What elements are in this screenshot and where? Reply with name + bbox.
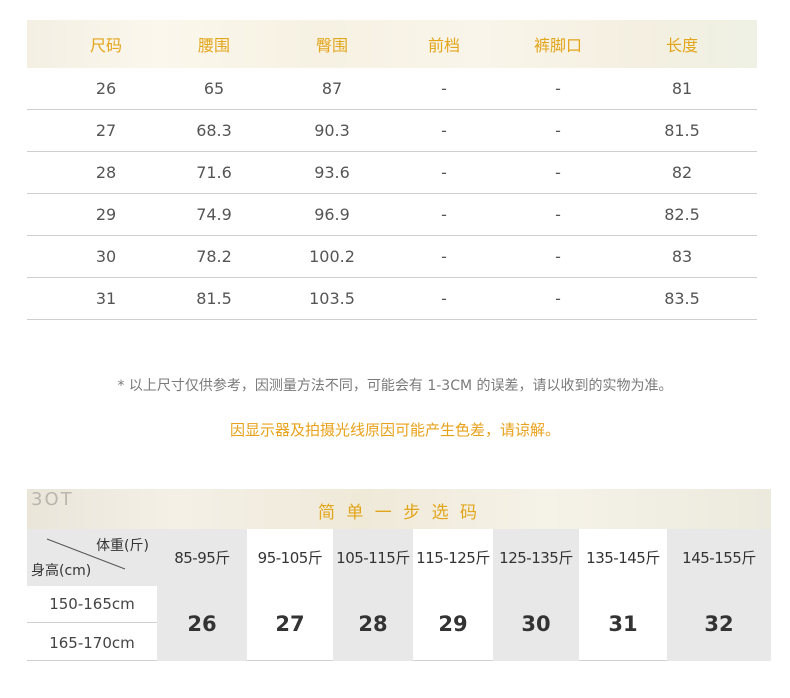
size-column: 115-125斤 29 <box>413 529 493 661</box>
disclaimer-note: * 以上尺寸仅供参考，因测量方法不同，可能会有 1-3CM 的误差，请以收到的实… <box>117 378 673 394</box>
table-cell: 74.9 <box>196 205 232 224</box>
table-cell: 83.5 <box>664 289 700 308</box>
table-cell: 71.6 <box>196 163 232 182</box>
size-table-body: 26 65 87 - - 81 27 68.3 90.3 - - 81.5 28 71.6 93.6 - - 82… <box>27 68 757 320</box>
table-cell: 81.5 <box>664 121 700 140</box>
header-leg-opening: 裤脚口 <box>533 36 582 55</box>
weight-range: 135-145斤 <box>586 549 660 567</box>
size-column: 95-105斤 27 <box>247 529 333 661</box>
size-column: 135-145斤 31 <box>579 529 667 661</box>
size-column: 105-115斤 28 <box>333 529 413 661</box>
size-column: 85-95斤 26 <box>157 529 247 661</box>
table-row: 27 68.3 90.3 - - 81.5 <box>27 110 757 152</box>
weight-range: 95-105斤 <box>257 549 323 567</box>
table-cell: 87 <box>321 79 343 98</box>
table-cell: - <box>555 247 561 266</box>
table-cell: 65 <box>203 79 225 98</box>
table-cell: - <box>441 247 447 266</box>
recommended-size: 28 <box>358 611 388 636</box>
size-table: 尺码 腰围 臀围 前档 裤脚口 长度 26 65 87 - - 81 27 68.3 90.3 -… <box>27 20 757 320</box>
size-table-header: 尺码 腰围 臀围 前档 裤脚口 长度 <box>27 20 757 68</box>
quick-size-selector: 3OT 简 单 一 步 选 码 体重(斤) 身高(cm) 150-165cm 1… <box>27 489 771 661</box>
color-note: 因显示器及拍摄光线原因可能产生色差，请谅解。 <box>229 421 560 439</box>
weight-range: 125-135斤 <box>499 549 573 567</box>
table-cell: - <box>441 289 447 308</box>
table-row: 28 71.6 93.6 - - 82 <box>27 152 757 194</box>
table-cell: 28 <box>95 163 117 182</box>
recommended-size: 26 <box>187 611 217 636</box>
table-cell: 100.2 <box>309 247 355 266</box>
header-waist: 腰围 <box>197 36 230 55</box>
header-rise: 前档 <box>427 36 460 55</box>
table-cell: - <box>441 163 447 182</box>
table-cell: 30 <box>95 247 117 266</box>
table-cell: 29 <box>95 205 117 224</box>
quick-title: 简 单 一 步 选 码 <box>317 503 481 523</box>
table-cell: - <box>441 79 447 98</box>
header-hip: 臀围 <box>315 36 348 55</box>
table-cell: 81.5 <box>196 289 232 308</box>
table-cell: - <box>555 79 561 98</box>
table-cell: 93.6 <box>314 163 350 182</box>
height-range-2: 165-170cm <box>27 624 157 661</box>
table-row: 29 74.9 96.9 - - 82.5 <box>27 194 757 236</box>
recommended-size: 32 <box>704 611 734 636</box>
recommended-size: 27 <box>275 611 305 636</box>
size-column: 125-135斤 30 <box>493 529 579 661</box>
table-cell: 68.3 <box>196 121 232 140</box>
table-cell: - <box>555 205 561 224</box>
quick-size-grid: 体重(斤) 身高(cm) 150-165cm 165-170cm 85-95斤 2… <box>27 529 771 661</box>
table-row: 26 65 87 - - 81 <box>27 68 757 110</box>
table-cell: 103.5 <box>309 289 355 308</box>
table-row: 30 78.2 100.2 - - 83 <box>27 236 757 278</box>
table-cell: - <box>441 205 447 224</box>
table-cell: 82 <box>671 163 693 182</box>
table-cell: - <box>555 163 561 182</box>
table-cell: - <box>555 121 561 140</box>
table-cell: 78.2 <box>196 247 232 266</box>
table-cell: 82.5 <box>664 205 700 224</box>
table-cell: 31 <box>95 289 117 308</box>
weight-range: 85-95斤 <box>174 549 230 567</box>
corner-weight-label: 体重(斤) <box>96 538 149 554</box>
table-cell: 90.3 <box>314 121 350 140</box>
table-cell: 81 <box>671 79 693 98</box>
weight-range: 145-155斤 <box>682 549 756 567</box>
corner-height-label: 身高(cm) <box>31 563 92 579</box>
table-cell: - <box>555 289 561 308</box>
table-cell: - <box>441 121 447 140</box>
recommended-size: 29 <box>438 611 468 636</box>
recommended-size: 30 <box>521 611 551 636</box>
table-cell: 83 <box>671 247 693 266</box>
table-cell: 26 <box>95 79 117 98</box>
header-length: 长度 <box>665 36 698 55</box>
weight-range: 115-125斤 <box>416 549 490 567</box>
size-column: 145-155斤 32 <box>667 529 771 661</box>
weight-range: 105-115斤 <box>336 549 410 567</box>
header-size: 尺码 <box>89 36 122 55</box>
table-row: 31 81.5 103.5 - - 83.5 <box>27 278 757 320</box>
height-range-1: 150-165cm <box>27 586 157 623</box>
table-cell: 96.9 <box>314 205 350 224</box>
table-cell: 27 <box>95 121 117 140</box>
recommended-size: 31 <box>608 611 638 636</box>
corner-header: 体重(斤) 身高(cm) <box>27 529 157 586</box>
quick-title-bar: 3OT 简 单 一 步 选 码 <box>27 489 771 529</box>
